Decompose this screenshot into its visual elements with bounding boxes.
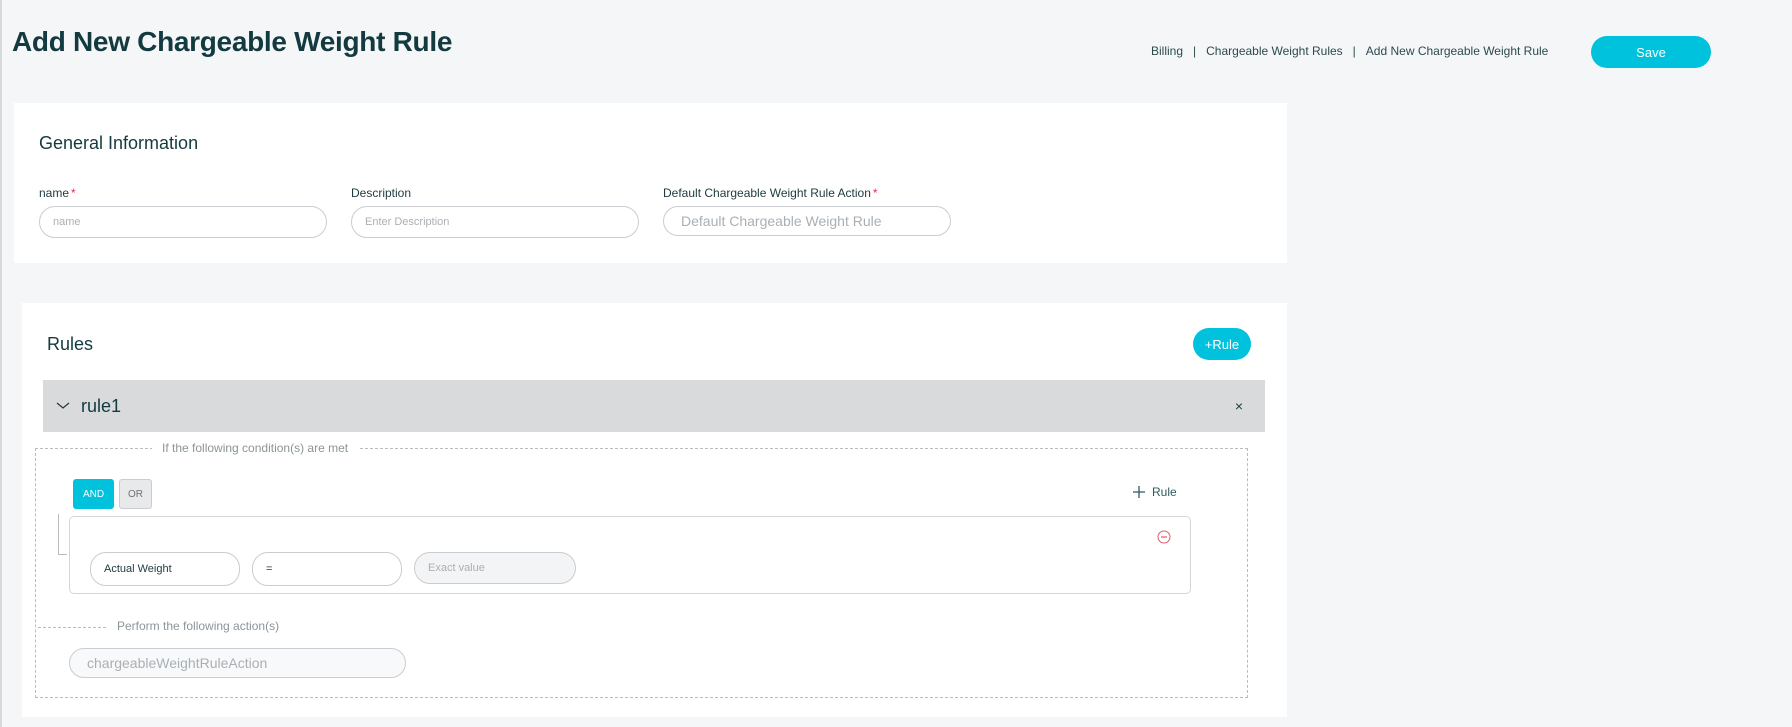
add-condition-button[interactable]: Rule bbox=[1132, 485, 1177, 499]
and-toggle-button[interactable]: AND bbox=[73, 479, 114, 509]
breadcrumb-chargeable-weight-rules[interactable]: Chargeable Weight Rules bbox=[1206, 44, 1343, 58]
required-mark: * bbox=[71, 186, 76, 200]
description-input[interactable] bbox=[351, 206, 639, 238]
general-information-card bbox=[14, 103, 1287, 263]
action-select[interactable] bbox=[69, 648, 406, 678]
required-mark: * bbox=[872, 186, 878, 200]
breadcrumb-billing[interactable]: Billing bbox=[1151, 44, 1183, 58]
action-legend: Perform the following action(s) bbox=[107, 619, 290, 633]
add-rule-button[interactable]: +Rule bbox=[1193, 328, 1251, 360]
breadcrumb-separator: | bbox=[1193, 44, 1197, 58]
breadcrumb-separator: | bbox=[1352, 44, 1356, 58]
description-label: Description bbox=[351, 186, 412, 200]
general-information-title: General Information bbox=[39, 133, 199, 153]
default-action-label: Default Chargeable Weight Rule Action * bbox=[663, 186, 878, 200]
breadcrumb-current: Add New Chargeable Weight Rule bbox=[1365, 44, 1549, 58]
rules-title: Rules bbox=[47, 334, 94, 354]
save-button[interactable]: Save bbox=[1591, 36, 1711, 68]
condition-legend: If the following condition(s) are met bbox=[152, 441, 359, 455]
remove-condition-icon[interactable] bbox=[1157, 530, 1173, 546]
rule-header[interactable]: rule1 × bbox=[43, 380, 1265, 432]
default-action-label-text: Default Chargeable Weight Rule Action bbox=[663, 186, 871, 200]
condition-operator-select[interactable] bbox=[252, 552, 402, 586]
add-condition-label: Rule bbox=[1152, 485, 1177, 499]
name-input[interactable] bbox=[39, 206, 327, 238]
condition-value-input[interactable] bbox=[414, 552, 576, 584]
rule-name: rule1 bbox=[81, 395, 122, 416]
action-connector bbox=[38, 627, 106, 628]
or-toggle-button[interactable]: OR bbox=[119, 479, 152, 509]
page-title: Add New Chargeable Weight Rule bbox=[12, 26, 453, 57]
chevron-down-icon[interactable] bbox=[55, 398, 71, 414]
condition-row bbox=[69, 516, 1191, 594]
plus-icon bbox=[1132, 485, 1146, 499]
default-action-select[interactable] bbox=[663, 206, 951, 236]
condition-field-select[interactable] bbox=[90, 552, 240, 586]
name-label: name * bbox=[39, 186, 76, 200]
close-icon[interactable]: × bbox=[1235, 398, 1243, 414]
tree-connector bbox=[58, 514, 67, 555]
breadcrumb: Billing | Chargeable Weight Rules | Add … bbox=[1151, 44, 1548, 58]
name-label-text: name bbox=[39, 186, 70, 200]
